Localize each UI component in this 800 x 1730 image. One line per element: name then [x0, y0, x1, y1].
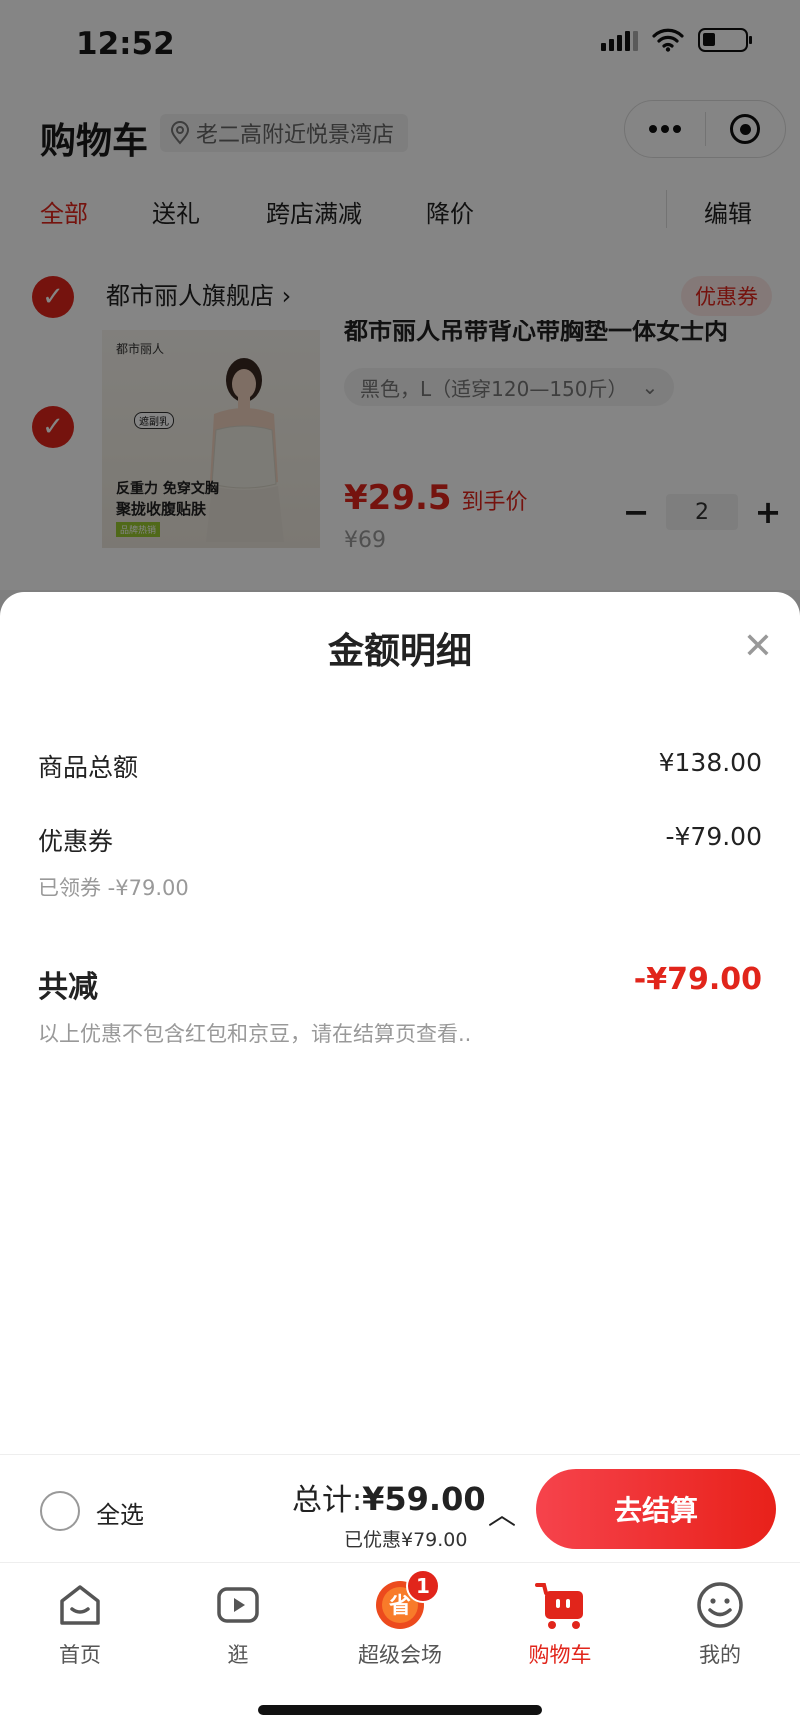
notification-badge: 1	[406, 1569, 440, 1603]
home-indicator	[258, 1705, 542, 1715]
profile-icon	[694, 1579, 746, 1631]
total-discount-value: -¥79.00	[633, 962, 762, 997]
video-icon	[212, 1579, 264, 1631]
saved-amount: 已优惠¥79.00	[344, 1529, 468, 1551]
bottom-tab-bar: 首页 逛 省 1 超级会场 购物车 我的	[0, 1562, 800, 1730]
tabbar-home-label: 首页	[59, 1643, 101, 1667]
tabbar-home[interactable]: 首页	[20, 1579, 140, 1669]
cart-icon	[534, 1579, 586, 1631]
goods-total-value: ¥138.00	[658, 748, 762, 777]
tabbar-super-venue[interactable]: 省 1 超级会场	[340, 1569, 460, 1669]
chevron-up-icon[interactable]: ︿	[488, 1493, 516, 1533]
tabbar-cart-label: 购物车	[528, 1643, 592, 1667]
goods-total-label: 商品总额	[38, 753, 139, 782]
select-all-radio[interactable]	[40, 1491, 80, 1531]
total-discount-label: 共减	[38, 970, 98, 1005]
coupon-value: -¥79.00	[665, 822, 763, 851]
tabbar-browse-label: 逛	[227, 1643, 249, 1667]
home-icon	[54, 1579, 106, 1631]
tabbar-profile-label: 我的	[699, 1643, 741, 1667]
tabbar-super-venue-label: 超级会场	[358, 1643, 442, 1667]
total-sum-value: ¥59.00	[362, 1480, 486, 1518]
sheng-icon: 省 1	[374, 1569, 440, 1631]
coupon-note: 已领券 -¥79.00	[38, 876, 189, 900]
tabbar-browse[interactable]: 逛	[178, 1579, 298, 1669]
total-sum: 总计: ¥59.00	[292, 1475, 486, 1519]
total-sum-label: 总计:	[292, 1483, 363, 1518]
sheet-title: 金额明细	[327, 631, 472, 672]
checkout-bar: 全选 总计: ¥59.00 已优惠¥79.00 ︿ 去结算	[0, 1454, 800, 1562]
svg-text:省: 省	[388, 1594, 411, 1619]
discount-note: 以上优惠不包含红包和京豆，请在结算页查看..	[38, 1022, 472, 1046]
coupon-label: 优惠券	[38, 827, 114, 856]
checkout-button[interactable]: 去结算	[536, 1469, 776, 1549]
tabbar-profile[interactable]: 我的	[660, 1579, 780, 1669]
select-all-label[interactable]: 全选	[96, 1495, 144, 1530]
close-icon[interactable]: ✕	[738, 626, 778, 667]
tabbar-cart[interactable]: 购物车	[500, 1579, 620, 1669]
